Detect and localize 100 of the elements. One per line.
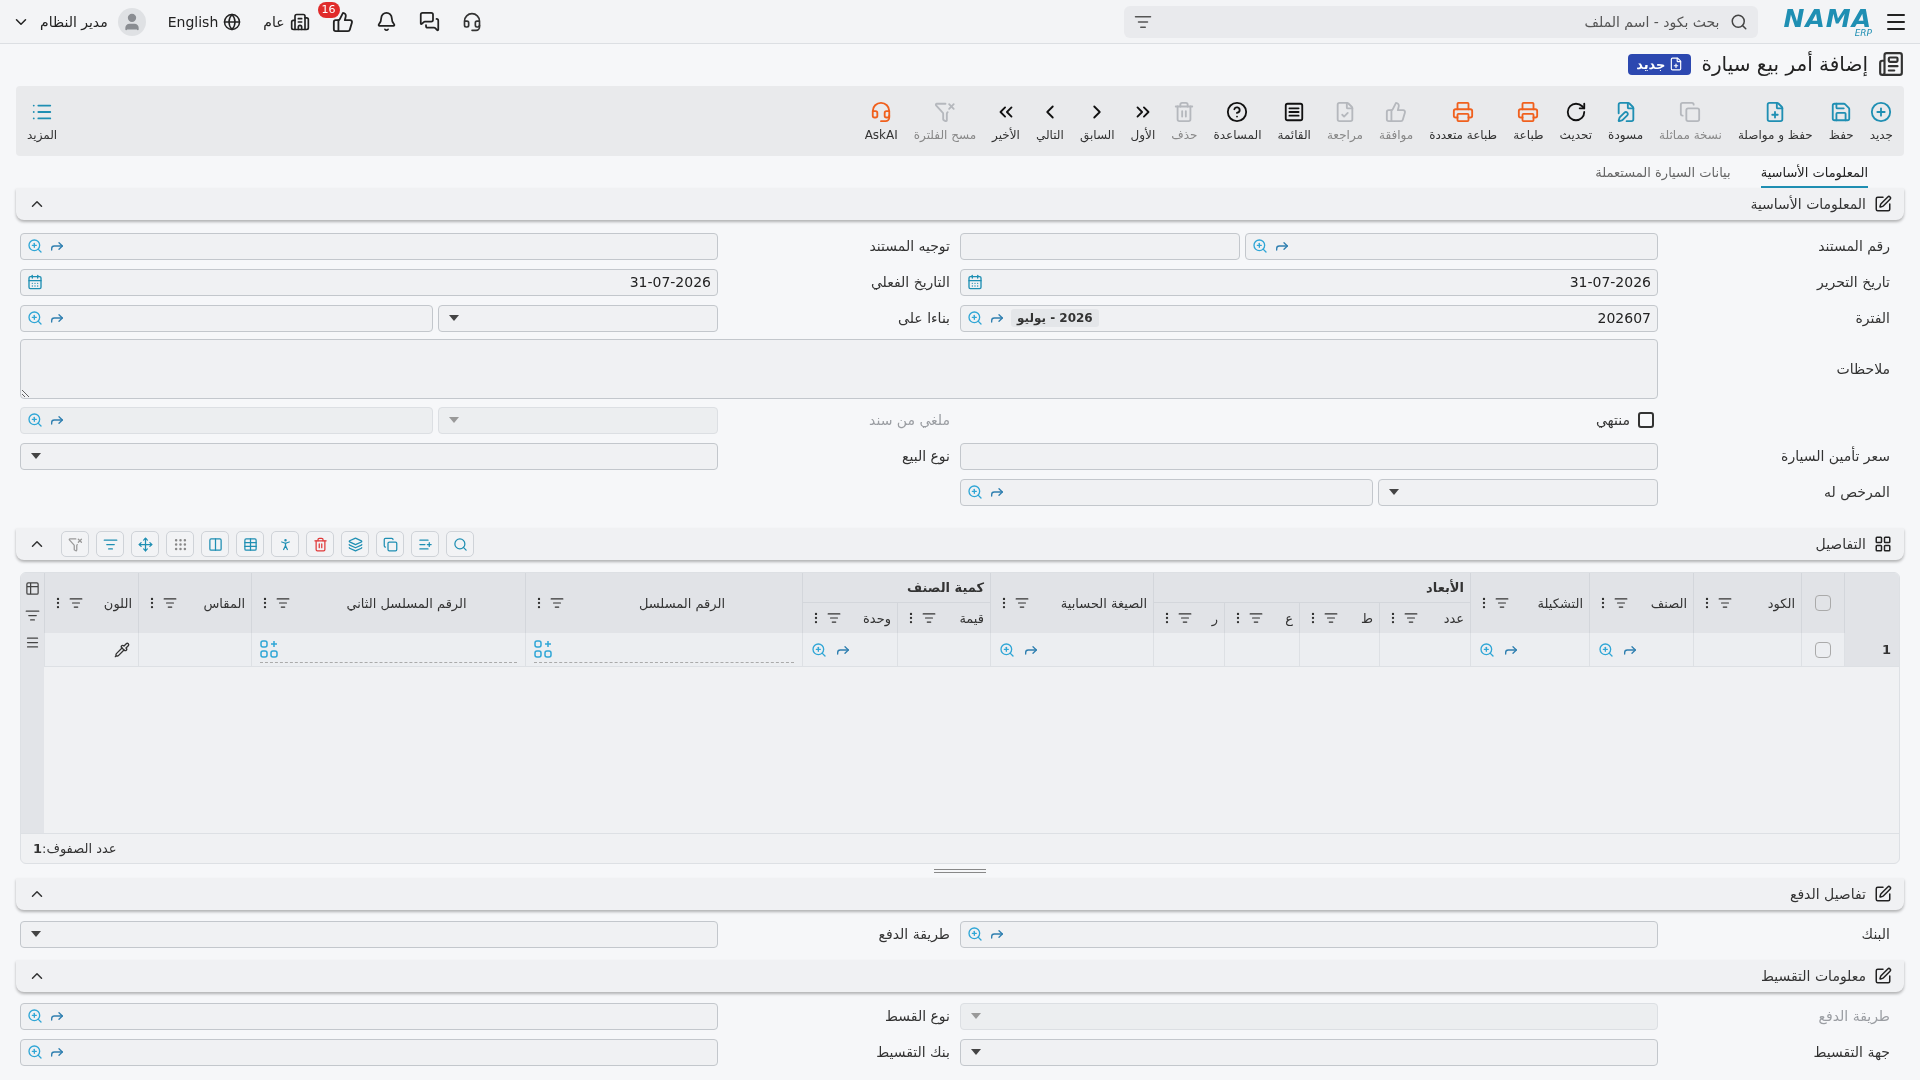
language-link[interactable]: English <box>167 13 219 30</box>
lookup-field[interactable] <box>1245 232 1658 260</box>
filter-icon[interactable] <box>25 608 40 623</box>
multi-print-button[interactable]: طباعة متعددة <box>1422 96 1505 146</box>
headset-icon[interactable] <box>461 11 482 32</box>
lookup-field[interactable] <box>20 1038 718 1066</box>
search-icon[interactable] <box>1729 12 1748 31</box>
filter-button[interactable] <box>96 531 124 557</box>
table-icon[interactable] <box>25 581 40 596</box>
dots-button[interactable] <box>166 531 194 557</box>
date-field[interactable]: 31-07-2026 <box>20 268 718 296</box>
save-button[interactable]: حفظ <box>1821 96 1861 146</box>
search-plus-icon[interactable] <box>1598 641 1614 658</box>
table-icon <box>242 536 258 552</box>
ask-ai-button[interactable]: AskAI <box>857 96 905 146</box>
filter-icon[interactable] <box>1015 596 1029 610</box>
search-plus-icon[interactable] <box>967 484 983 500</box>
grid-plus-icon[interactable] <box>534 640 552 658</box>
filter-icon[interactable] <box>163 596 177 610</box>
search-plus-icon[interactable] <box>967 310 983 326</box>
layers-button[interactable] <box>341 531 369 557</box>
more-button[interactable]: المزيد <box>20 96 65 146</box>
select-field[interactable] <box>1378 478 1658 506</box>
filter-icon[interactable] <box>1614 596 1628 610</box>
lookup-field[interactable] <box>20 1002 718 1030</box>
eyedropper-icon[interactable] <box>114 641 130 658</box>
search-plus-icon[interactable] <box>27 238 43 254</box>
search-plus-icon[interactable] <box>27 310 43 326</box>
filter-icon[interactable] <box>1324 611 1338 625</box>
avatar[interactable] <box>117 7 146 36</box>
select-all-checkbox[interactable] <box>1815 595 1831 611</box>
help-button[interactable]: المساعدة <box>1206 96 1269 146</box>
search-button[interactable] <box>446 531 474 557</box>
filter-icon[interactable] <box>1718 596 1732 610</box>
search-plus-icon[interactable] <box>999 641 1015 658</box>
globe-icon[interactable] <box>223 12 242 31</box>
search-field[interactable]: بحث بكود - اسم الملف <box>1159 12 1722 31</box>
lookup-field[interactable] <box>20 232 718 260</box>
lookup-field[interactable] <box>960 478 1373 506</box>
print-button[interactable]: طباعة <box>1506 96 1551 146</box>
copy-button[interactable] <box>376 531 404 557</box>
grid-plus-icon[interactable] <box>260 640 278 658</box>
select-field[interactable] <box>438 304 718 332</box>
caret-icon <box>971 1049 981 1055</box>
person-button[interactable] <box>271 531 299 557</box>
draft-button[interactable]: مسودة <box>1601 96 1651 146</box>
filter-icon[interactable] <box>827 611 841 625</box>
list-button[interactable]: القائمة <box>1270 96 1318 146</box>
search-plus-icon[interactable] <box>811 641 827 658</box>
next-button[interactable]: التالي <box>1028 96 1071 146</box>
row-checkbox[interactable] <box>1815 641 1831 658</box>
tab[interactable]: بيانات السيارة المستعملة <box>1595 161 1731 188</box>
list-plus-button[interactable] <box>411 531 439 557</box>
filter-icon[interactable] <box>69 596 83 610</box>
search-plus-icon[interactable] <box>27 1008 43 1024</box>
move-button[interactable] <box>131 531 159 557</box>
calendar-icon[interactable] <box>967 274 983 290</box>
last-button[interactable]: الأخير <box>985 96 1027 146</box>
search-plus-icon[interactable] <box>967 926 983 942</box>
filter-icon[interactable] <box>922 611 936 625</box>
lookup-field[interactable] <box>960 920 1658 948</box>
filter-clear-button[interactable] <box>61 531 89 557</box>
bell-icon[interactable] <box>375 11 397 32</box>
filter-icon[interactable] <box>1404 611 1418 625</box>
filter-icon[interactable] <box>276 596 290 610</box>
input-field[interactable] <box>960 232 1240 260</box>
filter-icon[interactable] <box>1178 611 1192 625</box>
columns-button[interactable] <box>201 531 229 557</box>
search-bar[interactable]: بحث بكود - اسم الملف <box>1123 5 1758 38</box>
filter-icon[interactable] <box>550 596 564 610</box>
field-label: رقم المستند <box>1817 238 1891 254</box>
previous-button[interactable]: السابق <box>1072 96 1122 146</box>
table-button[interactable] <box>236 531 264 557</box>
printer-icon <box>1452 100 1475 123</box>
lookup-field[interactable] <box>20 304 433 332</box>
section-title: المعلومات الأساسية <box>1750 196 1866 212</box>
menu-icon[interactable] <box>25 635 40 650</box>
field-label: البنك <box>1860 926 1891 942</box>
search-plus-icon[interactable] <box>1252 238 1268 254</box>
refresh-button[interactable]: تحديث <box>1552 96 1600 146</box>
search-plus-icon[interactable] <box>27 1044 43 1060</box>
notes-field[interactable] <box>20 339 1658 399</box>
chat-icon[interactable] <box>418 11 440 32</box>
user-name[interactable]: مدير النظام <box>40 13 108 30</box>
building-icon[interactable] <box>289 11 310 32</box>
new-button[interactable]: جديد <box>1862 96 1900 146</box>
search-plus-icon[interactable] <box>1479 641 1495 658</box>
filter-icon[interactable] <box>1249 611 1263 625</box>
branch-name[interactable]: عام <box>263 13 285 30</box>
filter-icon[interactable] <box>1495 596 1509 610</box>
select-field[interactable] <box>20 920 718 948</box>
trash-button[interactable] <box>306 531 334 557</box>
select-field[interactable] <box>20 442 718 470</box>
select-field[interactable] <box>960 1038 1658 1066</box>
first-button[interactable]: الأول <box>1123 96 1163 146</box>
date-field[interactable]: 31-07-2026 <box>960 268 1658 296</box>
save-continue-button[interactable]: حفظ و مواصلة <box>1730 96 1820 146</box>
calendar-icon[interactable] <box>27 274 43 290</box>
checkbox[interactable] <box>1638 412 1654 428</box>
input-field[interactable] <box>960 442 1658 470</box>
